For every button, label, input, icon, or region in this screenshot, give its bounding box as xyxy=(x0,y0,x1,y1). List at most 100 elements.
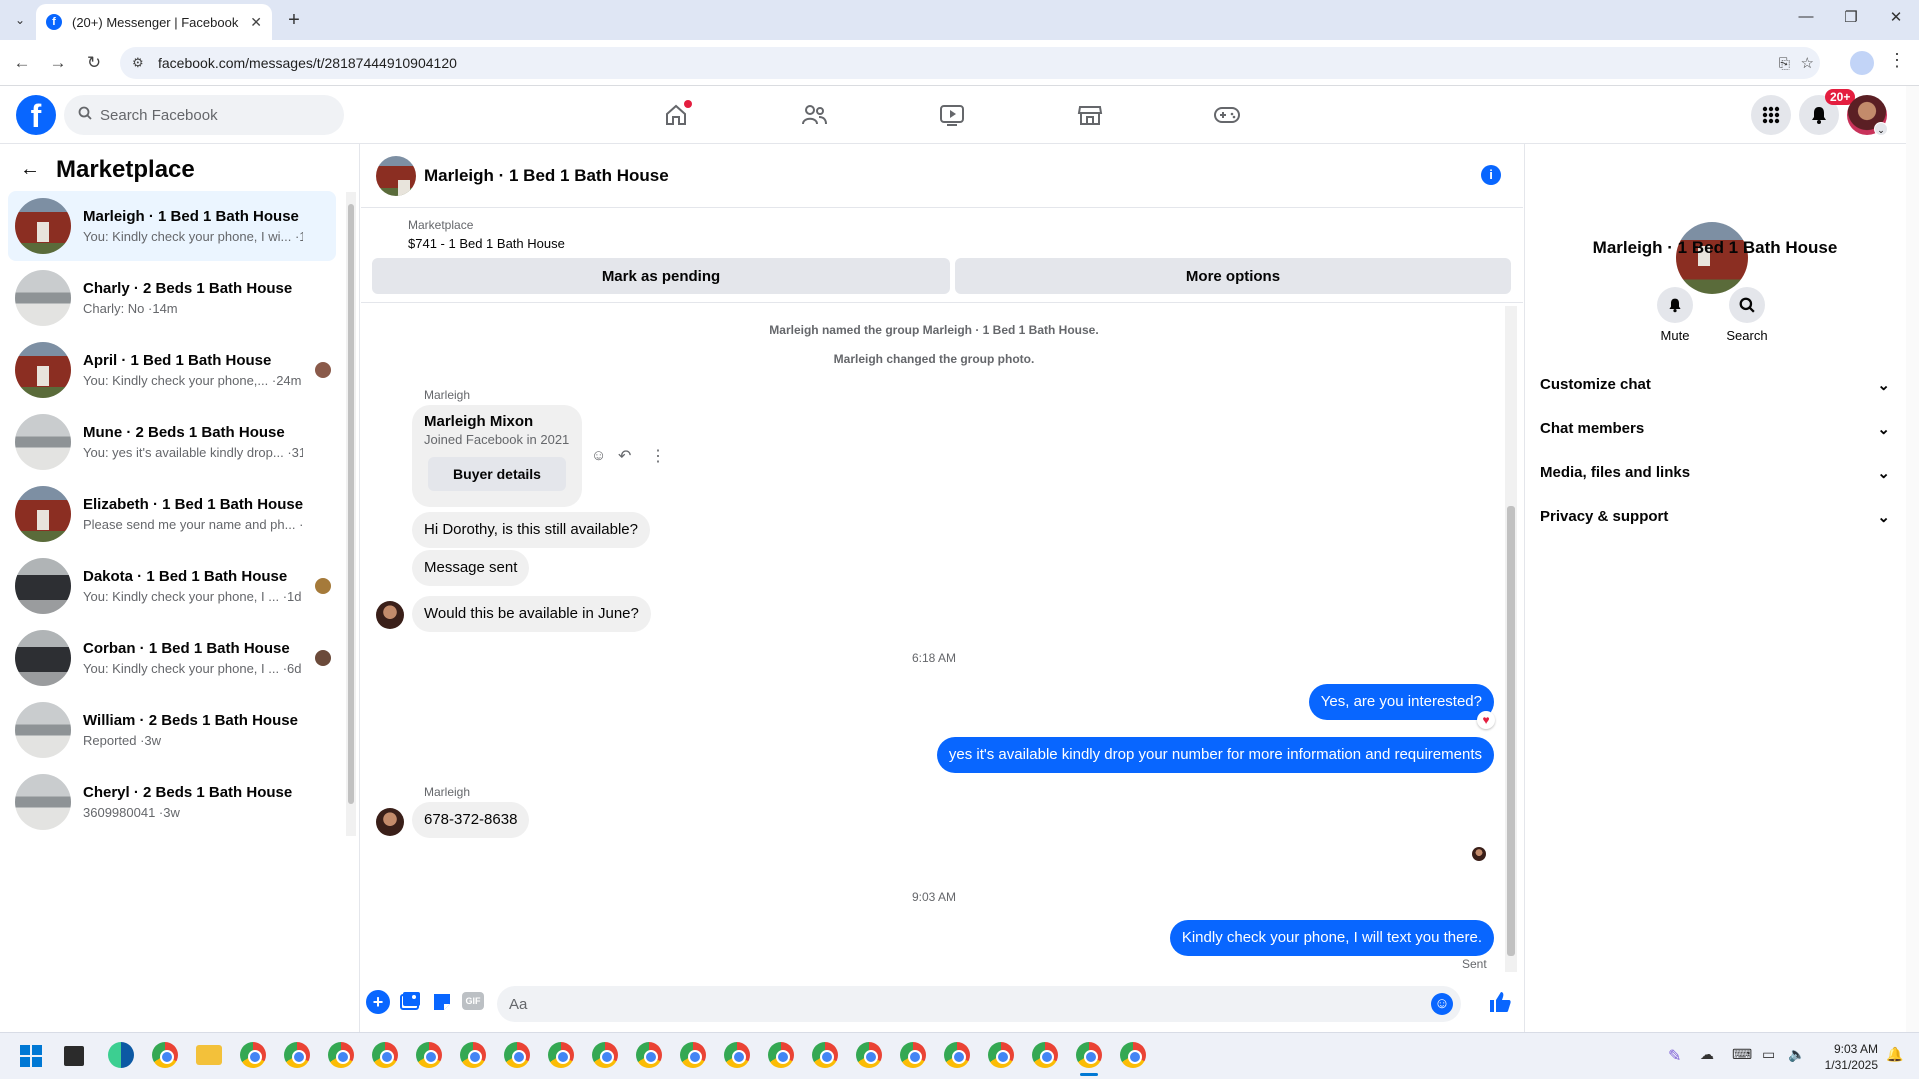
search-conversation-button[interactable] xyxy=(1729,287,1765,323)
plus-icon[interactable]: + xyxy=(366,990,390,1014)
chrome-taskbar-icon[interactable] xyxy=(724,1042,750,1068)
chrome-taskbar-icon[interactable] xyxy=(1120,1042,1146,1068)
conversation-item[interactable]: Cheryl · 2 Beds 1 Bath House 3609980041 ·… xyxy=(8,767,336,837)
conversation-item[interactable]: Marleigh · 1 Bed 1 Bath House You: Kindly… xyxy=(8,191,336,261)
details-avatar[interactable] xyxy=(1676,222,1748,294)
bookmark-star-icon[interactable]: ☆ xyxy=(1801,54,1814,72)
new-tab-button[interactable]: + xyxy=(282,8,306,32)
install-app-icon[interactable]: ⎘ xyxy=(1779,55,1790,72)
chrome-taskbar-icon[interactable] xyxy=(416,1042,442,1068)
media-files-links-section[interactable]: Media, files and links ⌄ xyxy=(1540,464,1890,482)
tab-search-button[interactable]: ⌄ xyxy=(8,8,32,32)
conversation-item[interactable]: Charly · 2 Beds 1 Bath House Charly: No ·… xyxy=(8,263,336,333)
chrome-taskbar-icon[interactable] xyxy=(592,1042,618,1068)
chrome-taskbar-icon[interactable] xyxy=(680,1042,706,1068)
chrome-taskbar-icon[interactable] xyxy=(636,1042,662,1068)
marketplace-nav-icon[interactable] xyxy=(1070,98,1110,132)
chat-scrollbar[interactable] xyxy=(1505,306,1517,972)
chrome-taskbar-icon[interactable] xyxy=(944,1042,970,1068)
chrome-taskbar-icon[interactable] xyxy=(856,1042,882,1068)
mute-button[interactable] xyxy=(1657,287,1693,323)
privacy-support-section[interactable]: Privacy & support ⌄ xyxy=(1540,508,1890,526)
chrome-taskbar-icon[interactable] xyxy=(504,1042,530,1068)
reply-icon[interactable]: ↶ xyxy=(618,446,631,466)
message-input[interactable]: Aa ☺ xyxy=(497,986,1461,1022)
chat-scroll-thumb[interactable] xyxy=(1507,506,1515,956)
conversation-item[interactable]: Corban · 1 Bed 1 Bath House You: Kindly c… xyxy=(8,623,336,693)
chrome-taskbar-icon[interactable] xyxy=(460,1042,486,1068)
home-nav-icon[interactable] xyxy=(656,98,696,132)
chrome-taskbar-icon[interactable] xyxy=(900,1042,926,1068)
emoji-icon[interactable]: ☺ xyxy=(1431,993,1453,1015)
gaming-nav-icon[interactable] xyxy=(1207,98,1247,132)
forward-button[interactable]: → xyxy=(46,51,70,75)
listing-title[interactable]: $741 - 1 Bed 1 Bath House xyxy=(408,236,565,251)
close-tab-icon[interactable]: ✕ xyxy=(250,14,262,31)
volume-icon[interactable]: 🔈 xyxy=(1788,1046,1805,1063)
outgoing-message[interactable]: yes it's available kindly drop your numb… xyxy=(936,737,1494,773)
incoming-message[interactable]: Message sent xyxy=(412,550,530,586)
keyboard-icon[interactable]: ⌨ xyxy=(1732,1046,1752,1063)
back-button[interactable]: ← xyxy=(10,51,34,75)
like-thumb-icon[interactable] xyxy=(1488,990,1512,1019)
reload-button[interactable]: ↻ xyxy=(82,51,106,75)
more-actions-icon[interactable]: ⋮ xyxy=(650,446,666,466)
close-window-button[interactable]: ✕ xyxy=(1876,8,1916,32)
menu-grid-button[interactable] xyxy=(1751,95,1791,135)
outgoing-message[interactable]: Kindly check your phone, I will text you… xyxy=(1169,920,1494,956)
sender-avatar[interactable] xyxy=(376,601,404,629)
info-icon[interactable]: i xyxy=(1481,165,1501,185)
mark-as-pending-button[interactable]: Mark as pending xyxy=(372,258,950,294)
edge-browser-icon[interactable] xyxy=(108,1042,134,1068)
windows-start-icon[interactable] xyxy=(20,1045,42,1067)
chrome-taskbar-icon[interactable] xyxy=(1076,1042,1102,1068)
display-icon[interactable]: ▭ xyxy=(1762,1046,1775,1063)
profile-icon[interactable] xyxy=(1850,51,1874,75)
chrome-taskbar-icon[interactable] xyxy=(1032,1042,1058,1068)
customize-chat-section[interactable]: Customize chat ⌄ xyxy=(1540,376,1890,394)
chrome-taskbar-icon[interactable] xyxy=(240,1042,266,1068)
file-explorer-icon[interactable] xyxy=(196,1045,222,1065)
facebook-logo-icon[interactable]: f xyxy=(16,95,56,135)
conversation-item[interactable]: Mune · 2 Beds 1 Bath House You: yes it's … xyxy=(8,407,336,477)
sender-avatar[interactable] xyxy=(376,808,404,836)
sticker-icon[interactable] xyxy=(431,991,453,1018)
chrome-taskbar-icon[interactable] xyxy=(284,1042,310,1068)
address-bar[interactable]: ⚙ facebook.com/messages/t/28187444910904… xyxy=(120,47,1820,79)
more-options-button[interactable]: More options xyxy=(955,258,1511,294)
restore-button[interactable]: ❐ xyxy=(1831,8,1871,32)
sidebar-scrollbar[interactable] xyxy=(346,192,356,836)
minimize-button[interactable]: — xyxy=(1786,8,1826,32)
chat-members-section[interactable]: Chat members ⌄ xyxy=(1540,420,1890,438)
chat-title[interactable]: Marleigh · 1 Bed 1 Bath House xyxy=(424,166,669,186)
incoming-message[interactable]: Hi Dorothy, is this still available? xyxy=(412,512,650,548)
watch-nav-icon[interactable] xyxy=(932,98,972,132)
gif-icon[interactable]: GIF xyxy=(462,992,484,1010)
chrome-taskbar-icon[interactable] xyxy=(328,1042,354,1068)
account-chevron-icon[interactable]: ⌄ xyxy=(1874,122,1888,136)
chrome-taskbar-icon[interactable] xyxy=(768,1042,794,1068)
conversation-item[interactable]: William · 2 Beds 1 Bath House Reported ·3… xyxy=(8,695,336,765)
sidebar-scroll-thumb[interactable] xyxy=(348,204,354,804)
friends-nav-icon[interactable] xyxy=(794,98,834,132)
page-scrollbar[interactable] xyxy=(1906,86,1919,1032)
chrome-taskbar-icon[interactable] xyxy=(812,1042,838,1068)
chat-avatar[interactable] xyxy=(376,156,416,196)
pen-icon[interactable]: ✎ xyxy=(1668,1046,1681,1066)
outgoing-message[interactable]: Yes, are you interested? xyxy=(1308,684,1494,720)
incoming-message[interactable]: Would this be available in June? xyxy=(412,596,651,632)
conversation-item[interactable]: Dakota · 1 Bed 1 Bath House You: Kindly c… xyxy=(8,551,336,621)
conversation-item[interactable]: Elizabeth · 1 Bed 1 Bath House Please sen… xyxy=(8,479,336,549)
chrome-taskbar-icon[interactable] xyxy=(372,1042,398,1068)
react-icon[interactable]: ☺ xyxy=(591,447,606,464)
photo-icon[interactable] xyxy=(400,991,422,1016)
network-icon[interactable]: ☁ xyxy=(1700,1046,1714,1063)
system-clock[interactable]: 9:03 AM 1/31/2025 xyxy=(1818,1041,1878,1073)
buyer-details-button[interactable]: Buyer details xyxy=(428,457,566,491)
notification-center-icon[interactable]: 🔔 xyxy=(1886,1046,1903,1063)
browser-menu-icon[interactable]: ⋮ xyxy=(1888,50,1906,71)
chrome-taskbar-icon[interactable] xyxy=(988,1042,1014,1068)
chrome-taskbar-icon[interactable] xyxy=(152,1042,178,1068)
conversation-item[interactable]: April · 1 Bed 1 Bath House You: Kindly ch… xyxy=(8,335,336,405)
chrome-taskbar-icon[interactable] xyxy=(548,1042,574,1068)
